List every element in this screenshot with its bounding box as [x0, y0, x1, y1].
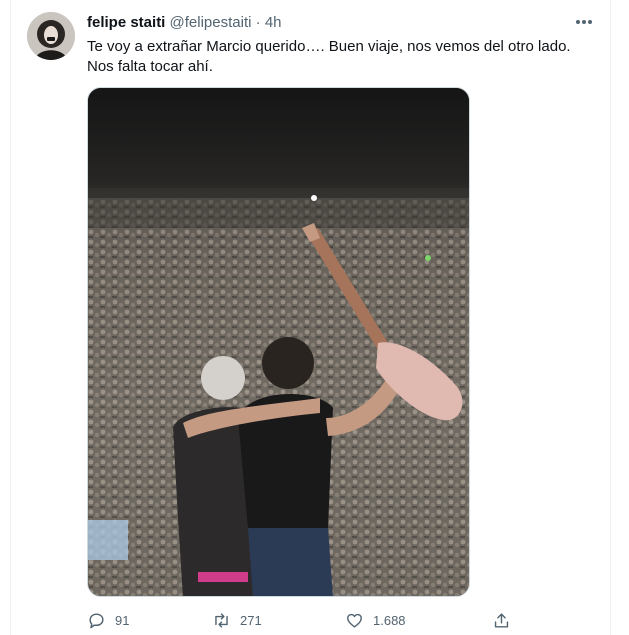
concert-photo: [88, 88, 469, 596]
like-button[interactable]: 1.688: [345, 608, 406, 632]
retweet-button[interactable]: 271: [212, 608, 262, 632]
retweet-icon: [215, 612, 228, 628]
reply-button[interactable]: 91: [87, 608, 129, 632]
author-handle[interactable]: @felipestaiti: [170, 14, 252, 31]
share-icon: [494, 612, 509, 628]
tweet-header: felipe staiti @felipestaiti · 4h: [87, 14, 282, 32]
share-button[interactable]: [492, 608, 511, 632]
tweet-text-line-2: Nos falta tocar ahí.: [87, 58, 213, 75]
more-icon: [576, 20, 592, 24]
timeline-border-left: [10, 0, 11, 635]
tweet-text: Te voy a extrañar Marcio querido…. Buen …: [87, 37, 587, 77]
tweet-photo[interactable]: [87, 87, 470, 597]
tweet-text-line-1: Te voy a extrañar Marcio querido…. Buen …: [87, 38, 571, 55]
reply-count: 91: [115, 612, 130, 628]
avatar-image: [27, 12, 75, 60]
more-options-button[interactable]: [574, 12, 594, 32]
separator-dot: ·: [255, 14, 261, 31]
tweet-time[interactable]: 4h: [265, 14, 282, 31]
retweet-count: 271: [240, 612, 262, 628]
avatar[interactable]: [27, 12, 75, 60]
timeline-border-right: [610, 0, 611, 635]
reply-icon: [89, 612, 104, 628]
like-count: 1.688: [373, 612, 406, 628]
heart-icon: [347, 613, 362, 628]
tweet-actions: 91 271 1.688: [87, 608, 527, 632]
author-name[interactable]: felipe staiti: [87, 14, 165, 31]
